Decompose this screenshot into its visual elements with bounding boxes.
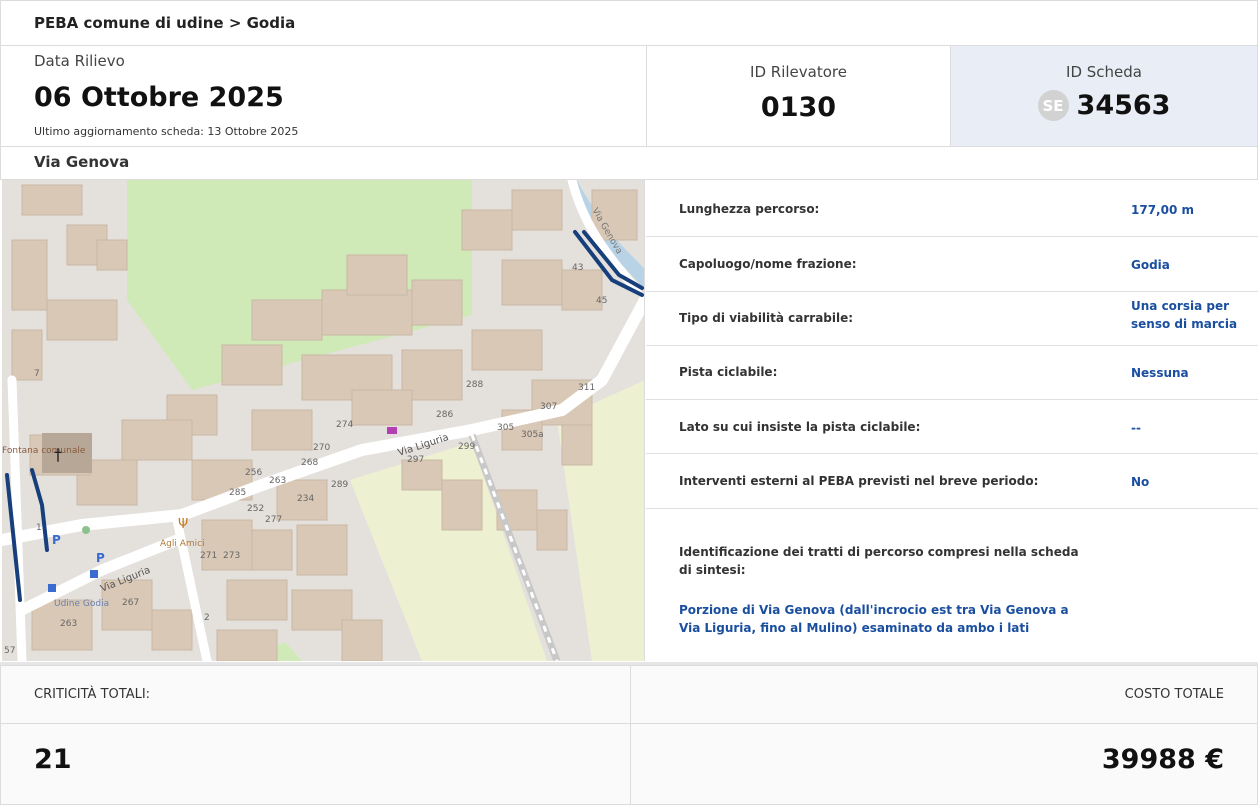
sheet-id-label: ID Scheda (1066, 63, 1142, 81)
house-number: 305 (497, 423, 514, 433)
house-number: 256 (245, 468, 262, 478)
house-number: 286 (436, 410, 453, 420)
house-number: 234 (297, 494, 314, 504)
detail-label: Lunghezza percorso: (679, 202, 820, 216)
criticalities-header-cell: CRITICITÀ TOTALI: (0, 665, 631, 726)
church-icon: † (54, 445, 62, 464)
detail-row-hamlet: Capoluogo/nome frazione: Godia (646, 237, 1258, 292)
detail-label: Pista ciclabile: (679, 365, 778, 379)
sheet-id-cell: ID Scheda SE 34563 (950, 45, 1258, 147)
label-agli-amici: Agli Amici (160, 539, 205, 549)
house-number: 271 (200, 551, 217, 561)
breadcrumb-bar: PEBA comune di udine > Godia (0, 0, 1258, 46)
parking-icon: P (52, 533, 61, 547)
house-number: 1 (36, 523, 42, 533)
totals-values: 21 39988 € (0, 723, 1258, 805)
house-number: 285 (229, 488, 246, 498)
house-number: 273 (223, 551, 240, 561)
house-number: 307 (540, 402, 557, 412)
house-number: 45 (596, 296, 607, 306)
cost-value-cell: 39988 € (630, 723, 1258, 805)
house-number: 2 (204, 613, 210, 623)
detail-label: Lato su cui insiste la pista ciclabile: (679, 420, 921, 434)
segments-label: Identificazione dei tratti di percorso c… (679, 545, 1079, 577)
detail-row-segments: Identificazione dei tratti di percorso c… (646, 509, 1258, 662)
cost-label: COSTO TOTALE (1124, 687, 1224, 702)
house-number: 274 (336, 420, 353, 430)
detail-label: Interventi esterni al PEBA previsti nel … (679, 474, 1039, 488)
house-number: 7 (34, 369, 40, 379)
street-bar: Via Genova (0, 146, 1258, 180)
label-fontana-comunale: Fontana comunale (2, 446, 86, 456)
details-panel: Lunghezza percorso: 177,00 m Capoluogo/n… (646, 180, 1258, 662)
label-udine-godia: Udine Godia (54, 599, 109, 609)
sheet-id-value: 34563 (1076, 90, 1171, 121)
bus-stop-icon (90, 570, 98, 578)
detail-label: Capoluogo/nome frazione: (679, 257, 857, 271)
tree-icon (82, 526, 90, 534)
survey-date-cell: Data Rilievo 06 Ottobre 2025 Ultimo aggi… (0, 45, 647, 147)
cost-value: 39988 € (1101, 744, 1224, 775)
criticalities-value: 21 (34, 744, 72, 775)
house-number: 288 (466, 380, 483, 390)
route-map[interactable]: Via Liguria Via Liguria Via Genova Udine… (2, 180, 645, 661)
detail-row-external-works: Interventi esterni al PEBA previsti nel … (646, 454, 1258, 509)
segments-value: Porzione di Via Genova (dall'incrocio es… (679, 603, 1069, 635)
criticalities-value-cell: 21 (0, 723, 631, 805)
detail-value: -- (1131, 421, 1141, 435)
totals-header: CRITICITÀ TOTALI: COSTO TOTALE (0, 662, 1258, 726)
house-number: 270 (313, 443, 330, 453)
surveyor-id-cell: ID Rilevatore 0130 (646, 45, 951, 147)
cost-header-cell: COSTO TOTALE (630, 665, 1258, 726)
survey-date-label: Data Rilievo (34, 52, 125, 70)
detail-value: Godia (1131, 258, 1170, 272)
house-number: 311 (578, 383, 595, 393)
house-number: 252 (247, 504, 264, 514)
last-update-text: Ultimo aggiornamento scheda: 13 Ottobre … (34, 125, 299, 138)
sheet-id-value-wrap: SE 34563 (951, 90, 1257, 121)
map-canvas: Via Liguria Via Liguria Via Genova Udine… (2, 180, 644, 661)
survey-info-row: Data Rilievo 06 Ottobre 2025 Ultimo aggi… (0, 45, 1258, 147)
detail-value: Nessuna (1131, 366, 1189, 380)
criticalities-label: CRITICITÀ TOTALI: (34, 687, 151, 702)
house-number: 267 (122, 598, 139, 608)
sheet-type-badge: SE (1037, 90, 1069, 121)
detail-row-road-type: Tipo di viabilità carrabile: Una corsia … (646, 292, 1258, 346)
survey-date-value: 06 Ottobre 2025 (34, 82, 284, 113)
house-number: 263 (269, 476, 286, 486)
detail-value: 177,00 m (1131, 203, 1194, 217)
house-number: 43 (572, 263, 583, 273)
shop-icon (387, 427, 397, 434)
house-number: 289 (331, 480, 348, 490)
house-number: 268 (301, 458, 318, 468)
surveyor-id-label: ID Rilevatore (750, 63, 847, 81)
house-number: 57 (4, 646, 15, 656)
house-number: 263 (60, 619, 77, 629)
detail-row-length: Lunghezza percorso: 177,00 m (646, 180, 1258, 237)
detail-value: Una corsia per senso di marcia (1131, 299, 1238, 331)
bus-stop-icon (48, 584, 56, 592)
house-number: 305a (521, 430, 544, 440)
house-number: 299 (458, 442, 475, 452)
house-number: 297 (407, 455, 424, 465)
detail-value: No (1131, 475, 1150, 489)
parking-icon: P (96, 551, 105, 565)
breadcrumb: PEBA comune di udine > Godia (34, 14, 296, 32)
detail-row-bike-lane: Pista ciclabile: Nessuna (646, 346, 1258, 400)
street-name: Via Genova (34, 153, 130, 171)
house-number: 277 (265, 515, 282, 525)
detail-row-bike-lane-side: Lato su cui insiste la pista ciclabile: … (646, 400, 1258, 454)
detail-label: Tipo di viabilità carrabile: (679, 311, 854, 325)
surveyor-id-value: 0130 (760, 92, 837, 123)
restaurant-icon: Ψ (178, 517, 188, 532)
